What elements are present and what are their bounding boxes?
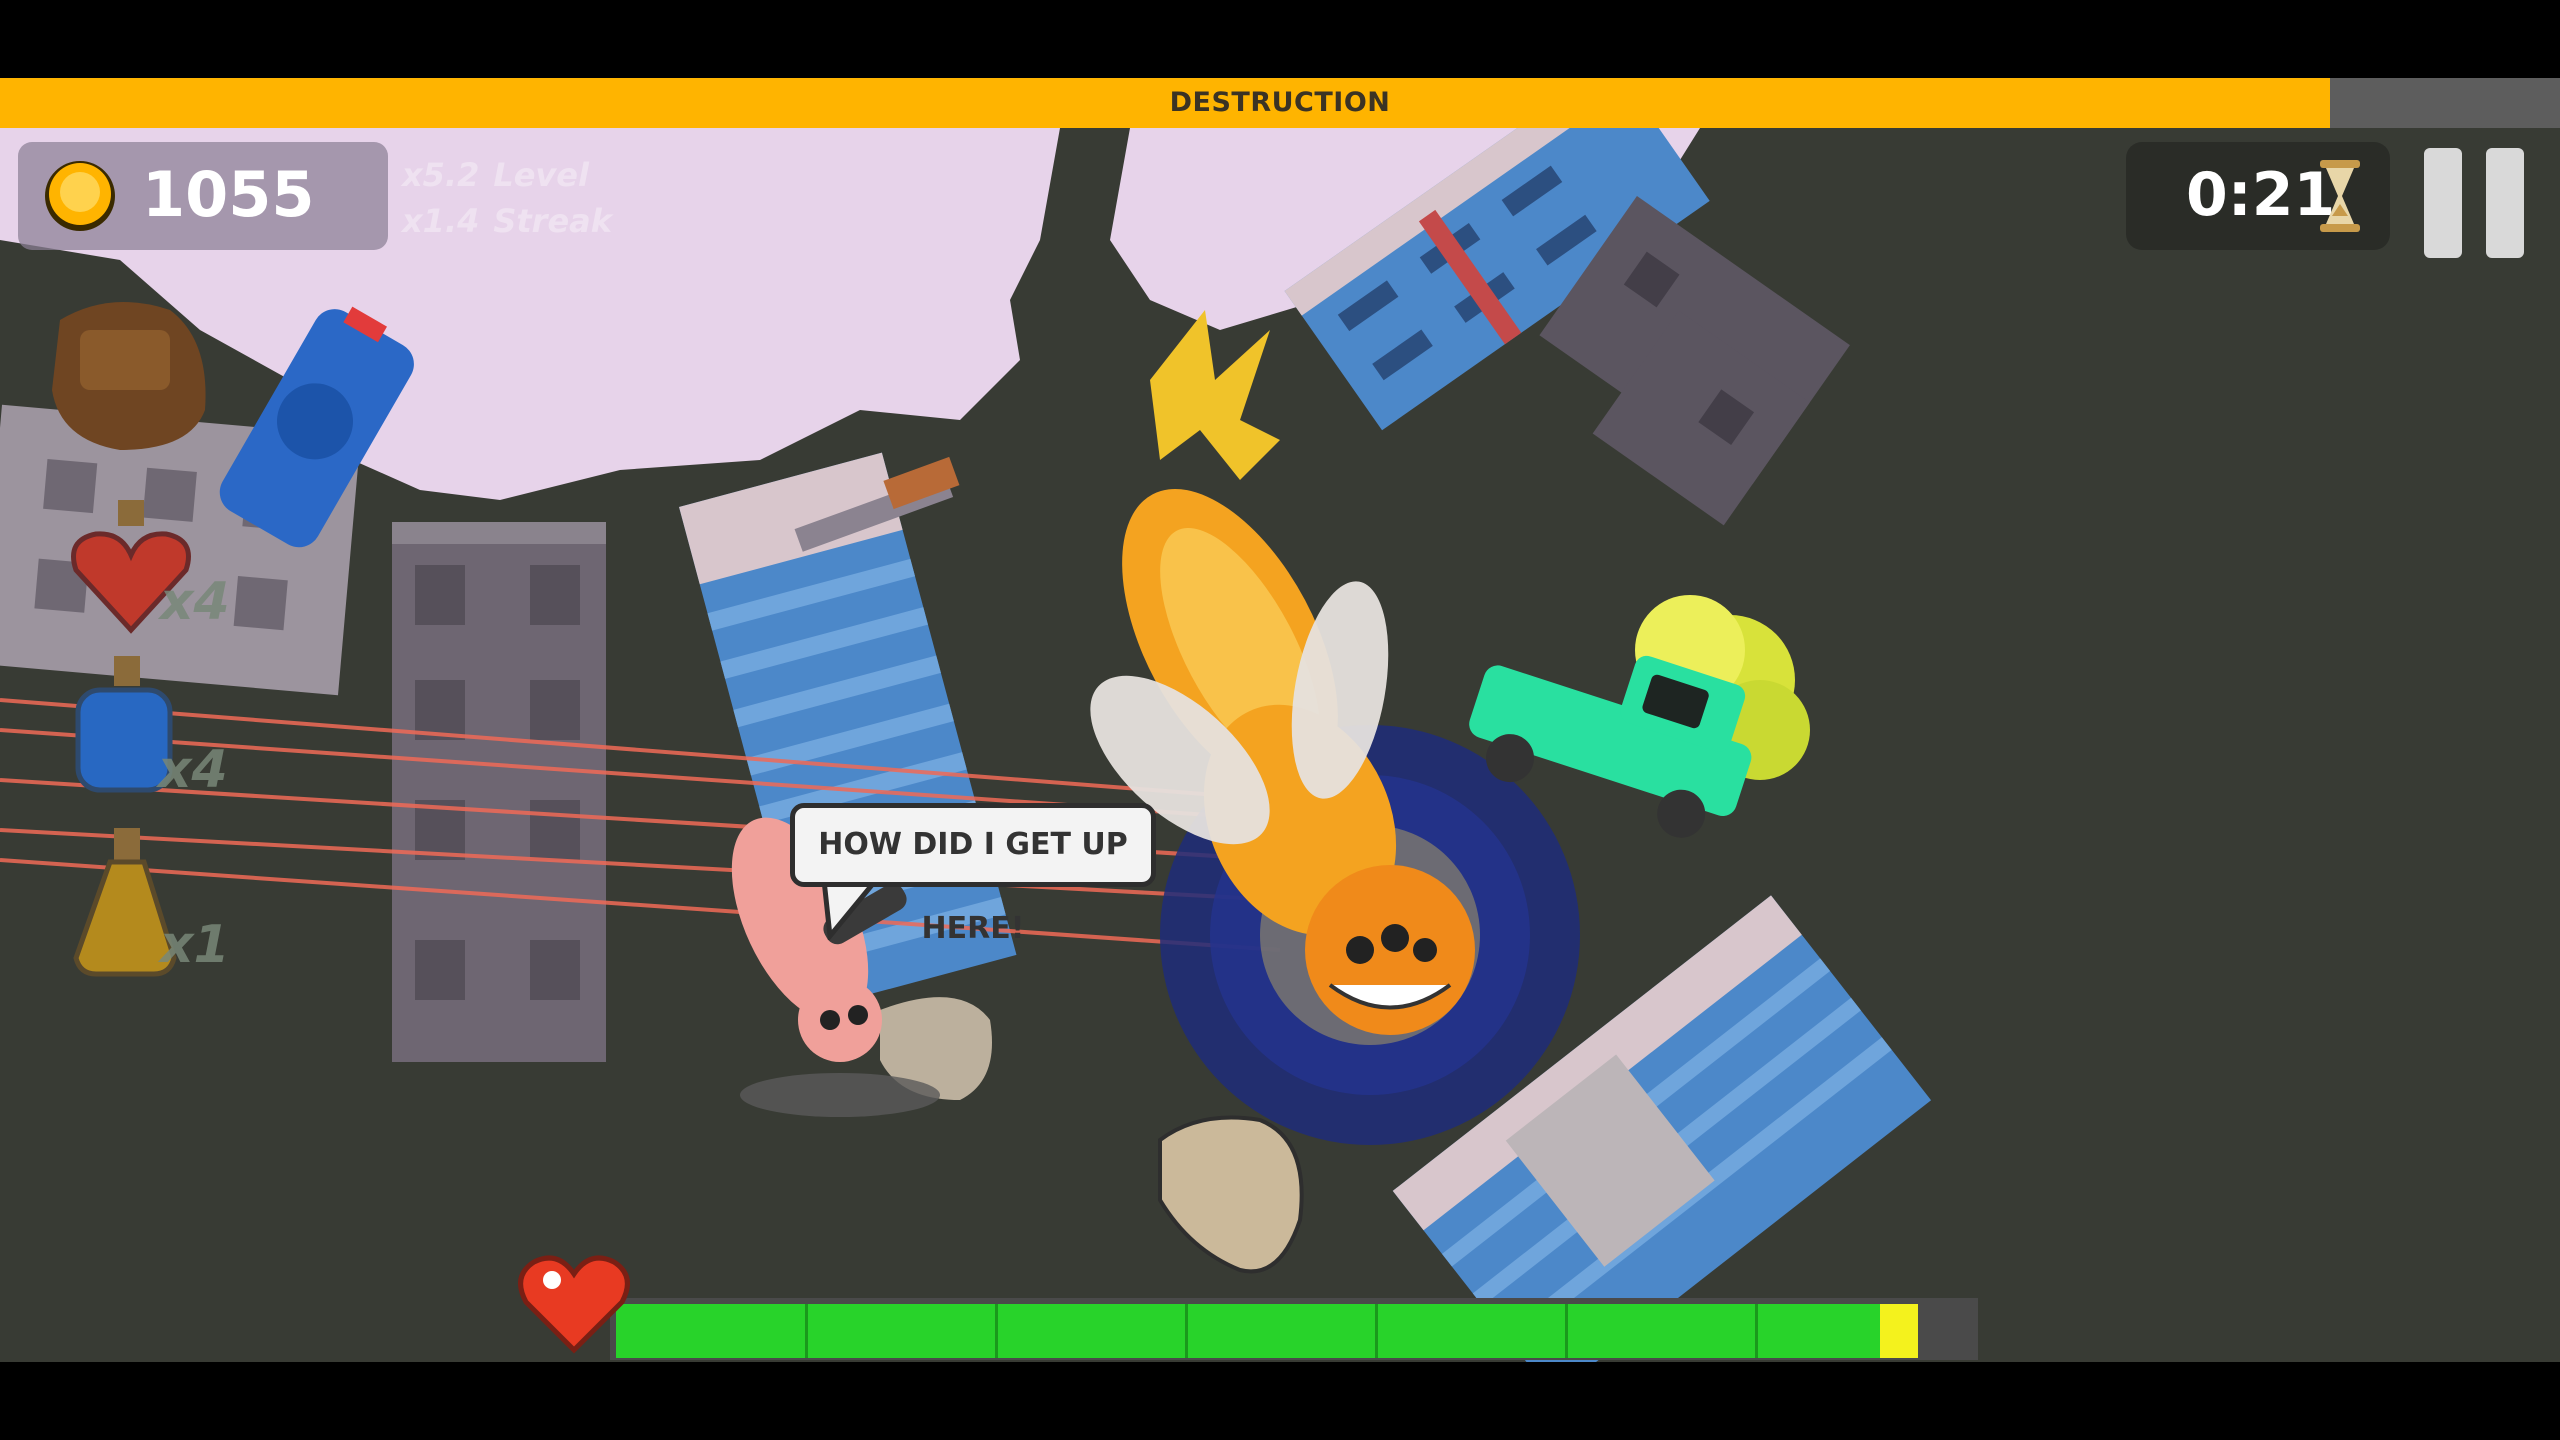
letterbox-top: [0, 0, 2560, 78]
health-segment-divider: [1185, 1304, 1188, 1358]
letterbox-bottom: [0, 1362, 2560, 1440]
level-multiplier-label: Level: [493, 156, 589, 194]
pause-button[interactable]: [2424, 148, 2524, 258]
destruction-label: DESTRUCTION: [1169, 87, 1391, 118]
speech-bubble-text: HOW DID I GET UP HERE!: [818, 827, 1128, 946]
rock: [1158, 1115, 1304, 1274]
health-segment-divider: [1755, 1304, 1758, 1358]
yellow-potion-count: x1: [160, 915, 230, 975]
game-playfield[interactable]: [0, 78, 2560, 1362]
speech-bubble-tail: [821, 880, 880, 940]
hourglass-icon: [2320, 160, 2360, 232]
health-bar-tip: [1879, 1304, 1918, 1358]
streak-multiplier: x1.4 Streak: [402, 198, 626, 244]
streak-multiplier-label: Streak: [493, 202, 613, 240]
health-bar-fill: [616, 1304, 1918, 1358]
level-multiplier-value: x5.2: [402, 156, 480, 194]
health-segment-divider: [805, 1304, 808, 1358]
lightning-flash: [1150, 310, 1280, 480]
heart-potion-count: x4: [160, 572, 230, 632]
coin-icon: [45, 161, 115, 231]
timer-text: 0:21: [2186, 160, 2336, 230]
multiplier-list: x5.2 Level x1.4 Streak: [402, 152, 626, 244]
pause-icon: [2424, 148, 2462, 258]
coin-count: 1055: [142, 158, 315, 231]
health-segment-divider: [995, 1304, 998, 1358]
streak-multiplier-value: x1.4: [402, 202, 480, 240]
game-scene: [0, 78, 1932, 1362]
heart-icon: [518, 1255, 630, 1354]
health-segment-divider: [1565, 1304, 1568, 1358]
level-multiplier: x5.2 Level: [402, 152, 626, 198]
health-segment-divider: [1375, 1304, 1378, 1358]
pause-icon-bar: [2486, 148, 2524, 258]
health-bar: [610, 1298, 1978, 1360]
backpack-item: [52, 302, 206, 450]
blue-potion-count: x4: [158, 740, 228, 800]
